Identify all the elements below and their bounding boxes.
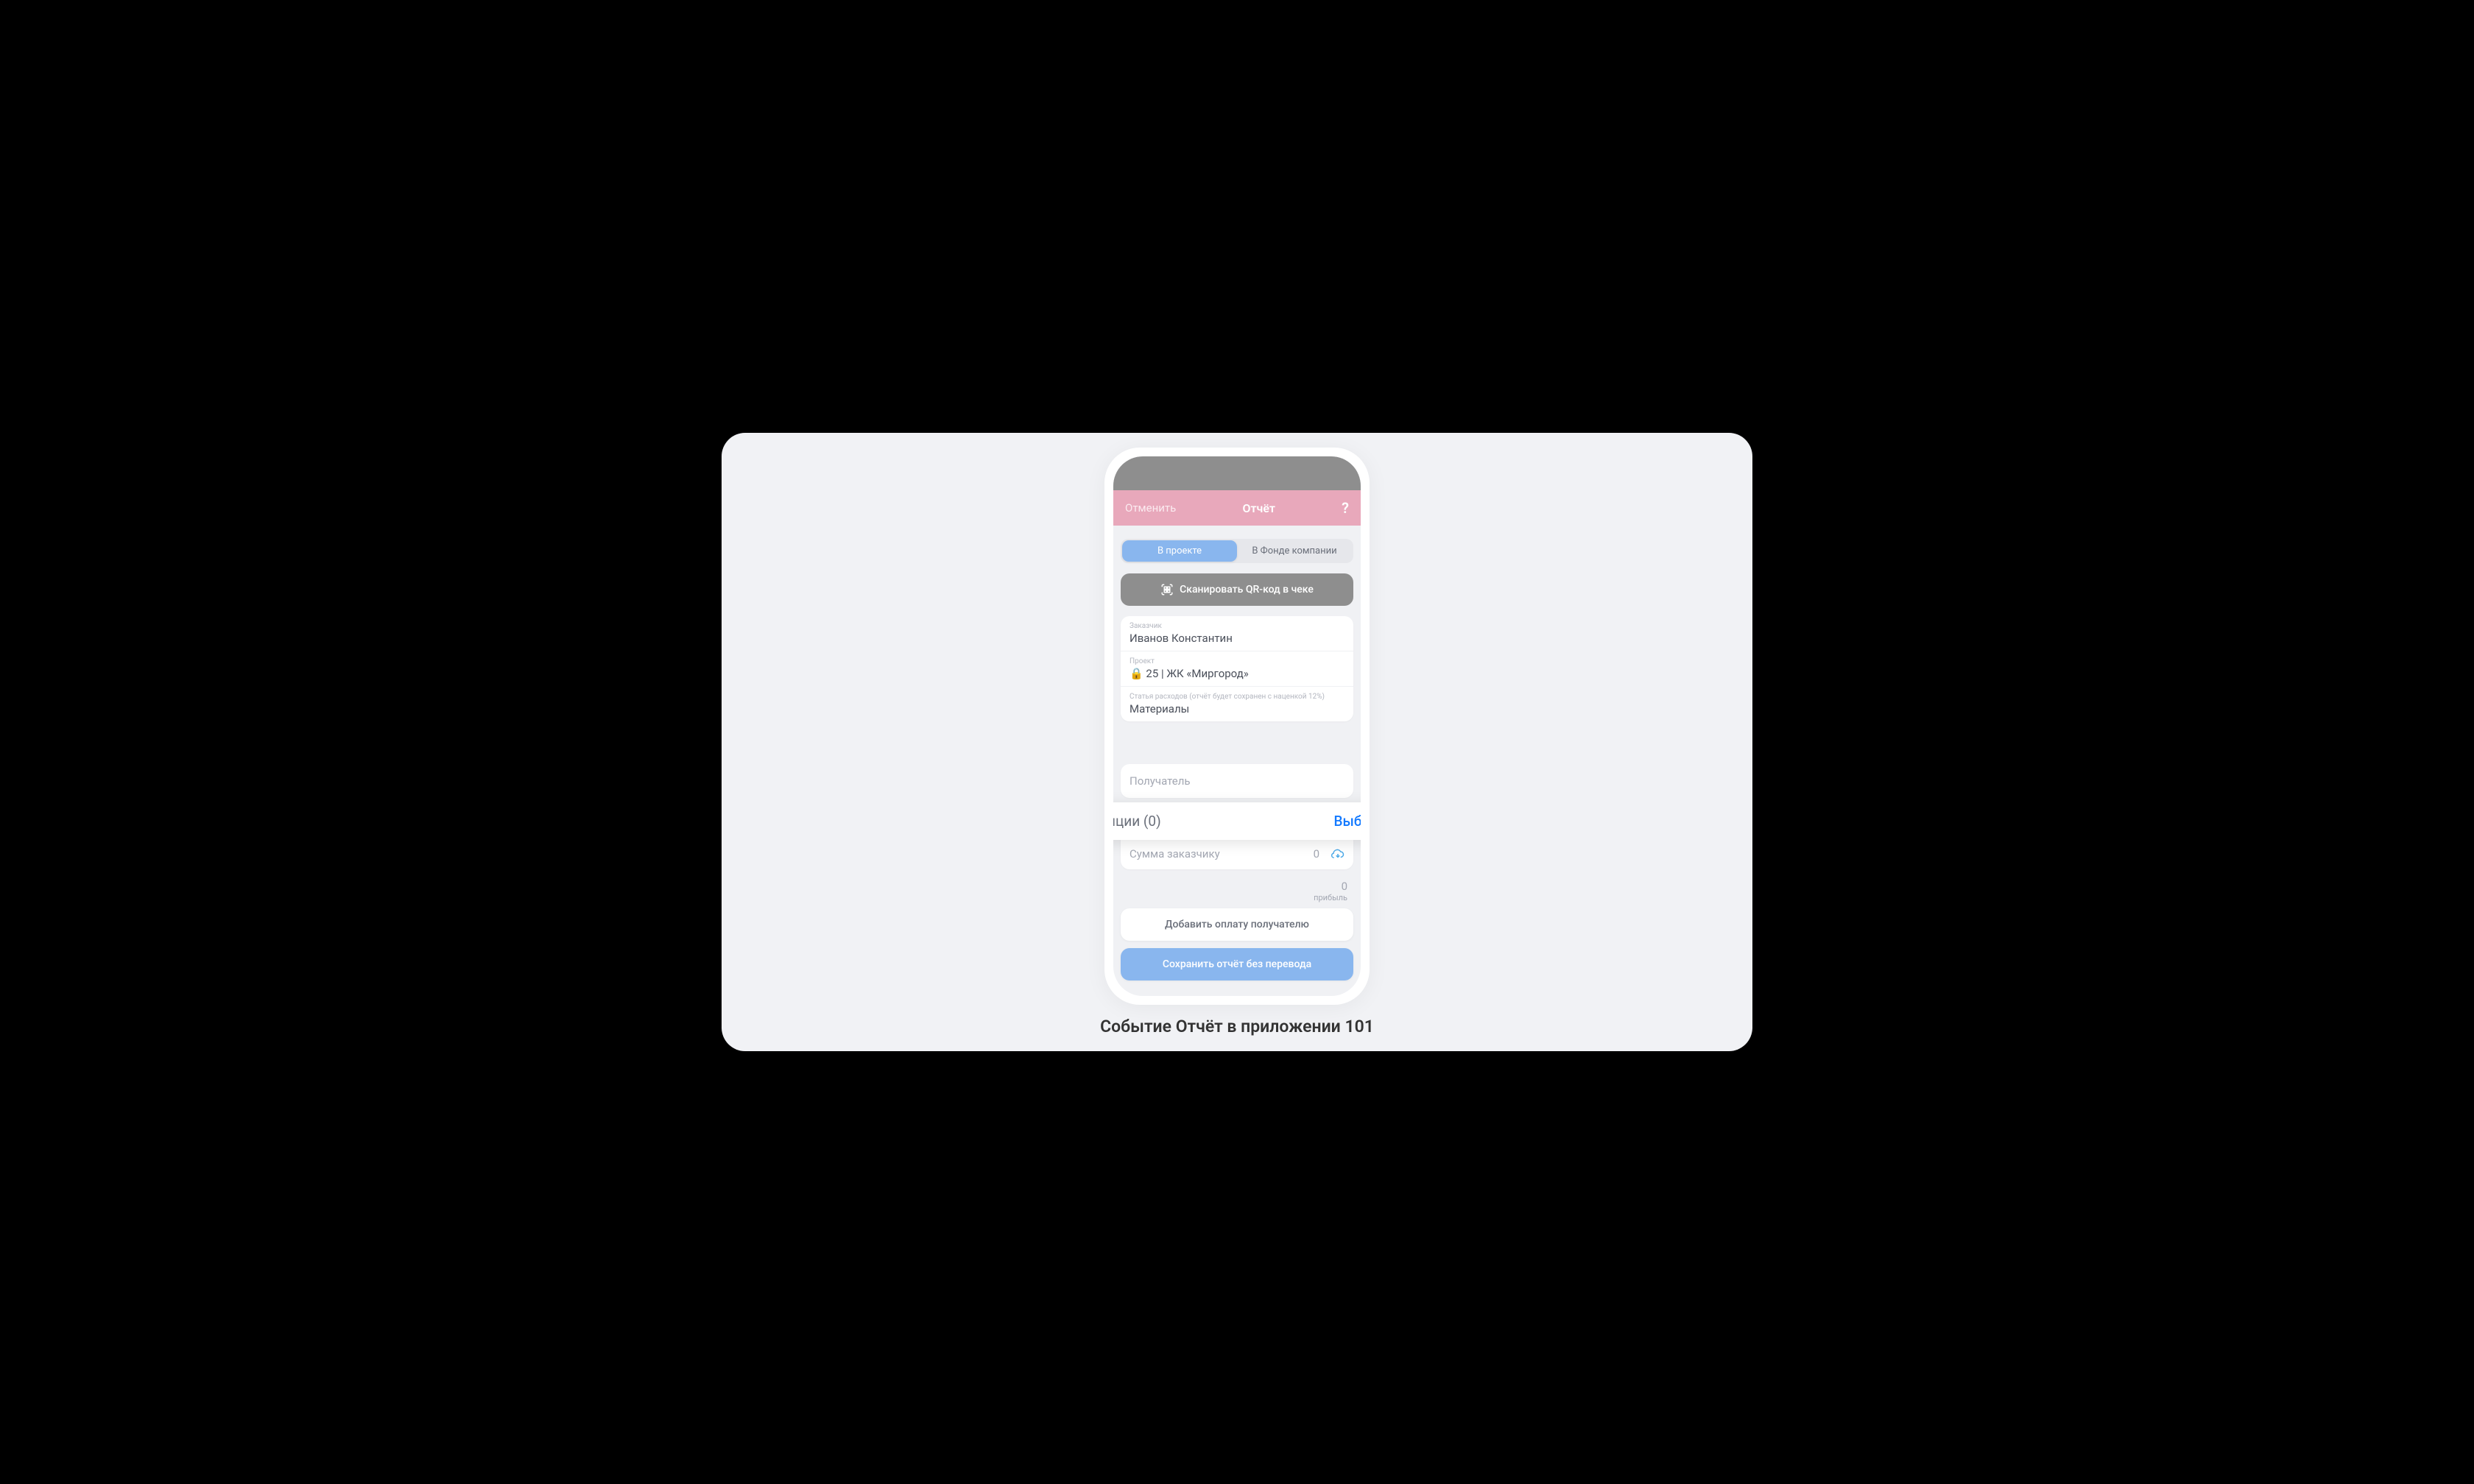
save-report-button[interactable]: Сохранить отчёт без перевода (1121, 948, 1353, 981)
expense-value: Материалы (1129, 702, 1345, 716)
phone-screen: Отменить Отчёт ? В проекте В Фонде компа… (1113, 456, 1361, 996)
customer-field[interactable]: Заказчик Иванов Константин (1121, 616, 1353, 651)
segment-in-fund[interactable]: В Фонде компании (1237, 540, 1352, 562)
details-card: Заказчик Иванов Константин Проект 🔒 25 |… (1121, 616, 1353, 721)
sum-customer-label: Сумма заказчику (1129, 847, 1220, 861)
customer-value: Иванов Константин (1129, 632, 1345, 645)
cloud-download-icon[interactable] (1331, 847, 1345, 861)
positions-popup: Позиции (0) Выбрать (1113, 802, 1361, 840)
positions-label: Позиции (0) (1113, 813, 1161, 830)
project-field[interactable]: Проект 🔒 25 | ЖК «Миргород» (1121, 651, 1353, 687)
expense-field[interactable]: Статья расходов (отчёт будет сохранен с … (1121, 687, 1353, 721)
project-label: Проект (1129, 657, 1345, 665)
showcase-card: Отменить Отчёт ? В проекте В Фонде компа… (722, 433, 1752, 1051)
recipient-field[interactable]: Получатель (1121, 764, 1353, 798)
profit-value: 0 (1127, 880, 1347, 893)
scan-qr-button[interactable]: Сканировать QR-код в чеке (1121, 573, 1353, 606)
scan-qr-label: Сканировать QR-код в чеке (1180, 584, 1314, 596)
cancel-button[interactable]: Отменить (1125, 501, 1176, 515)
qr-scan-icon (1160, 583, 1174, 596)
profit-block: 0 прибыль (1121, 877, 1353, 908)
customer-label: Заказчик (1129, 622, 1345, 630)
showcase-caption: Событие Отчёт в приложении 101 (1100, 1017, 1374, 1036)
navigation-bar: Отменить Отчёт ? (1113, 490, 1361, 526)
add-payment-button[interactable]: Добавить оплату получателю (1121, 908, 1353, 941)
positions-select-button[interactable]: Выбрать (1334, 813, 1361, 830)
sum-customer-row[interactable]: Сумма заказчику 0 (1121, 838, 1353, 869)
project-value: 🔒 25 | ЖК «Миргород» (1129, 667, 1345, 680)
segment-in-project[interactable]: В проекте (1122, 540, 1237, 562)
status-bar (1113, 456, 1361, 490)
expense-label: Статья расходов (отчёт будет сохранен с … (1129, 693, 1345, 701)
nav-title: Отчёт (1242, 501, 1275, 515)
content-area: В проекте В Фонде компании Сканировать Q… (1113, 526, 1361, 996)
segmented-control: В проекте В Фонде компании (1121, 539, 1353, 563)
profit-label: прибыль (1127, 893, 1347, 902)
sum-customer-value: 0 (1314, 847, 1319, 861)
recipient-placeholder: Получатель (1129, 774, 1345, 788)
help-button[interactable]: ? (1342, 499, 1349, 517)
phone-frame: Отменить Отчёт ? В проекте В Фонде компа… (1104, 448, 1370, 1005)
